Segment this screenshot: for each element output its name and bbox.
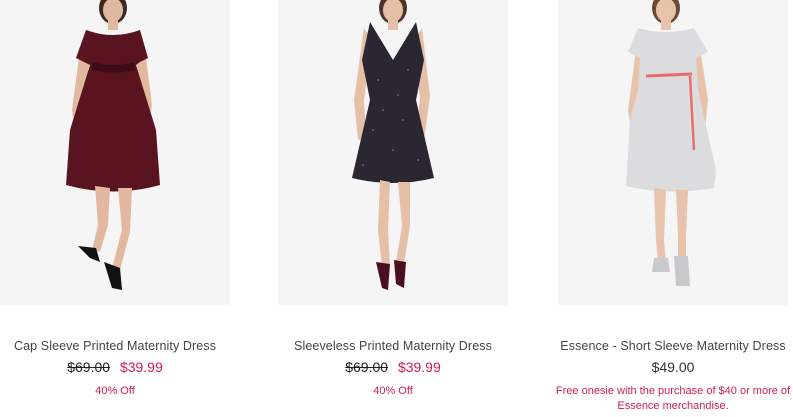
- product-name[interactable]: Cap Sleeve Printed Maternity Dress: [0, 338, 250, 354]
- price-row: $49.00: [538, 358, 793, 376]
- product-name[interactable]: Sleeveless Printed Maternity Dress: [258, 338, 528, 354]
- product-card-cap-sleeve[interactable]: Cap Sleeve Printed Maternity Dress $69.0…: [0, 0, 230, 417]
- price: $49.00: [651, 359, 695, 375]
- sale-price: $39.99: [119, 359, 163, 375]
- product-image[interactable]: [558, 0, 788, 305]
- price-row: $69.00 $39.99: [258, 358, 528, 376]
- product-name[interactable]: Essence - Short Sleeve Maternity Dress: [538, 338, 793, 354]
- original-price: $69.00: [67, 359, 111, 375]
- price-row: $69.00 $39.99: [0, 358, 250, 376]
- product-card-sleeveless[interactable]: Sleeveless Printed Maternity Dress $69.0…: [278, 0, 508, 417]
- promo-text: 40% Off: [95, 385, 135, 397]
- sale-price: $39.99: [397, 359, 441, 375]
- product-image[interactable]: [0, 0, 230, 305]
- promo-text: Free onesie with the purchase of $40 or …: [555, 385, 791, 412]
- promo-text: 40% Off: [373, 385, 413, 397]
- product-image[interactable]: [278, 0, 508, 305]
- product-card-essence[interactable]: Essence - Short Sleeve Maternity Dress $…: [556, 0, 790, 417]
- original-price: $69.00: [345, 359, 389, 375]
